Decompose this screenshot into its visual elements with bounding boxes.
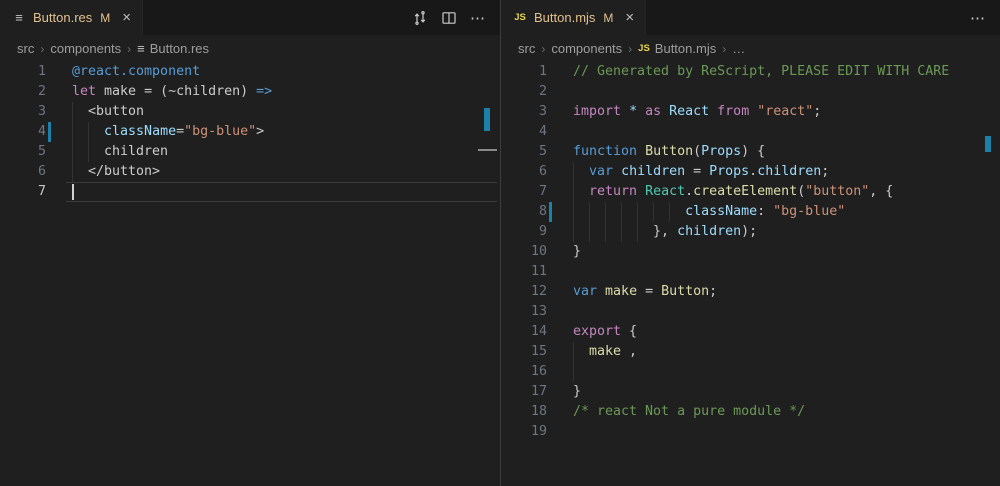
line-number: 1 [0,62,46,82]
code-line[interactable]: function Button(Props) { [573,142,949,162]
code-line[interactable]: </button> [72,162,272,182]
line-number: 19 [501,422,547,442]
breadcrumb-item[interactable]: src [17,41,34,56]
code-line[interactable]: export { [573,322,949,342]
tab-button-res[interactable]: ≡ Button.res M × [0,0,143,35]
chevron-right-icon: › [541,42,545,56]
code-line[interactable] [573,302,949,322]
line-number: 17 [501,382,547,402]
js-icon: JS [638,43,650,54]
git-modified-badge: M [603,11,613,25]
editor-pane-right: JS Button.mjs M × ⋯ src › components › JS But… [500,0,1000,486]
line-number: 4 [501,122,547,142]
line-number: 7 [0,182,46,202]
breadcrumb-item[interactable]: components [551,41,622,56]
open-changes-icon[interactable] [412,10,428,26]
line-number: 16 [501,362,547,382]
left-editor-actions: ⋯ [412,0,486,35]
code-line[interactable]: return React.createElement("button", { [573,182,949,202]
chevron-right-icon: › [127,42,131,56]
close-icon[interactable]: × [122,10,131,25]
breadcrumb-item[interactable]: Button.mjs [655,41,716,56]
chevron-right-icon: › [722,42,726,56]
right-gutter: 12345678910111213141516171819 [501,62,547,442]
breadcrumb-item[interactable]: src [518,41,535,56]
line-number: 15 [501,342,547,362]
line-number: 1 [501,62,547,82]
code-line[interactable]: className="bg-blue"> [72,122,272,142]
overview-ruler-modified-marker [985,136,991,152]
editor-pane-left: ≡ Button.res M × ⋯ src › components › ≡ Butto… [0,0,500,486]
code-line[interactable] [573,362,949,382]
code-line[interactable]: /* react Not a pure module */ [573,402,949,422]
tab-title: Button.mjs [534,10,595,25]
git-modified-badge: M [100,11,110,25]
chevron-right-icon: › [628,42,632,56]
code-line[interactable]: className: "bg-blue" [573,202,949,222]
line-number: 14 [501,322,547,342]
line-number: 6 [501,162,547,182]
git-modified-gutter-marker [48,122,51,142]
line-number: 5 [501,142,547,162]
overview-ruler-modified-marker [484,108,490,131]
line-number: 10 [501,242,547,262]
code-line[interactable]: children [72,142,272,162]
code-line[interactable] [573,262,949,282]
code-line[interactable] [573,82,949,102]
code-line[interactable]: <button [72,102,272,122]
code-line[interactable]: let make = (~children) => [72,82,272,102]
code-line[interactable] [573,422,949,442]
line-number: 3 [0,102,46,122]
line-number: 7 [501,182,547,202]
code-line[interactable]: import * as React from "react"; [573,102,949,122]
code-line[interactable]: var children = Props.children; [573,162,949,182]
breadcrumb-item[interactable]: Button.res [150,41,209,56]
chevron-right-icon: › [40,42,44,56]
right-breadcrumb: src › components › JS Button.mjs › … [501,35,1000,62]
breadcrumb-item[interactable]: components [50,41,121,56]
right-code: // Generated by ReScript, PLEASE EDIT WI… [573,62,949,442]
overview-ruler-cursor-marker [478,149,497,151]
left-code: @react.componentlet make = (~children) =… [72,62,272,202]
breadcrumb-item[interactable]: … [732,41,745,56]
line-number: 13 [501,302,547,322]
close-icon[interactable]: × [625,10,634,25]
left-breadcrumb: src › components › ≡ Button.res [0,35,500,62]
line-number: 2 [501,82,547,102]
rescript-icon: ≡ [137,41,145,56]
code-line[interactable]: @react.component [72,62,272,82]
line-number: 5 [0,142,46,162]
tab-button-mjs[interactable]: JS Button.mjs M × [501,0,646,35]
right-editor[interactable]: 12345678910111213141516171819 // Generat… [501,62,1000,486]
git-modified-gutter-marker [549,202,552,222]
split-editor-icon[interactable] [441,10,457,26]
code-line[interactable]: }, children); [573,222,949,242]
left-editor[interactable]: 1234567 @react.componentlet make = (~chi… [0,62,500,486]
line-number: 8 [501,202,547,222]
line-number: 12 [501,282,547,302]
code-line[interactable]: } [573,382,949,402]
right-tabbar: JS Button.mjs M × [501,0,1000,35]
line-number: 6 [0,162,46,182]
more-actions-icon[interactable]: ⋯ [470,9,486,27]
code-line[interactable] [72,182,272,202]
code-line[interactable]: make , [573,342,949,362]
line-number: 9 [501,222,547,242]
line-number: 11 [501,262,547,282]
javascript-file-icon: JS [512,12,528,23]
code-line[interactable]: } [573,242,949,262]
code-line[interactable] [573,122,949,142]
line-number: 18 [501,402,547,422]
code-line[interactable]: var make = Button; [573,282,949,302]
line-number: 4 [0,122,46,142]
code-line[interactable]: // Generated by ReScript, PLEASE EDIT WI… [573,62,949,82]
left-gutter: 1234567 [0,62,46,202]
line-number: 2 [0,82,46,102]
line-number: 3 [501,102,547,122]
more-actions-icon[interactable]: ⋯ [970,9,986,27]
tab-title: Button.res [33,10,92,25]
rescript-file-icon: ≡ [11,10,27,26]
right-editor-actions: ⋯ [970,0,986,35]
